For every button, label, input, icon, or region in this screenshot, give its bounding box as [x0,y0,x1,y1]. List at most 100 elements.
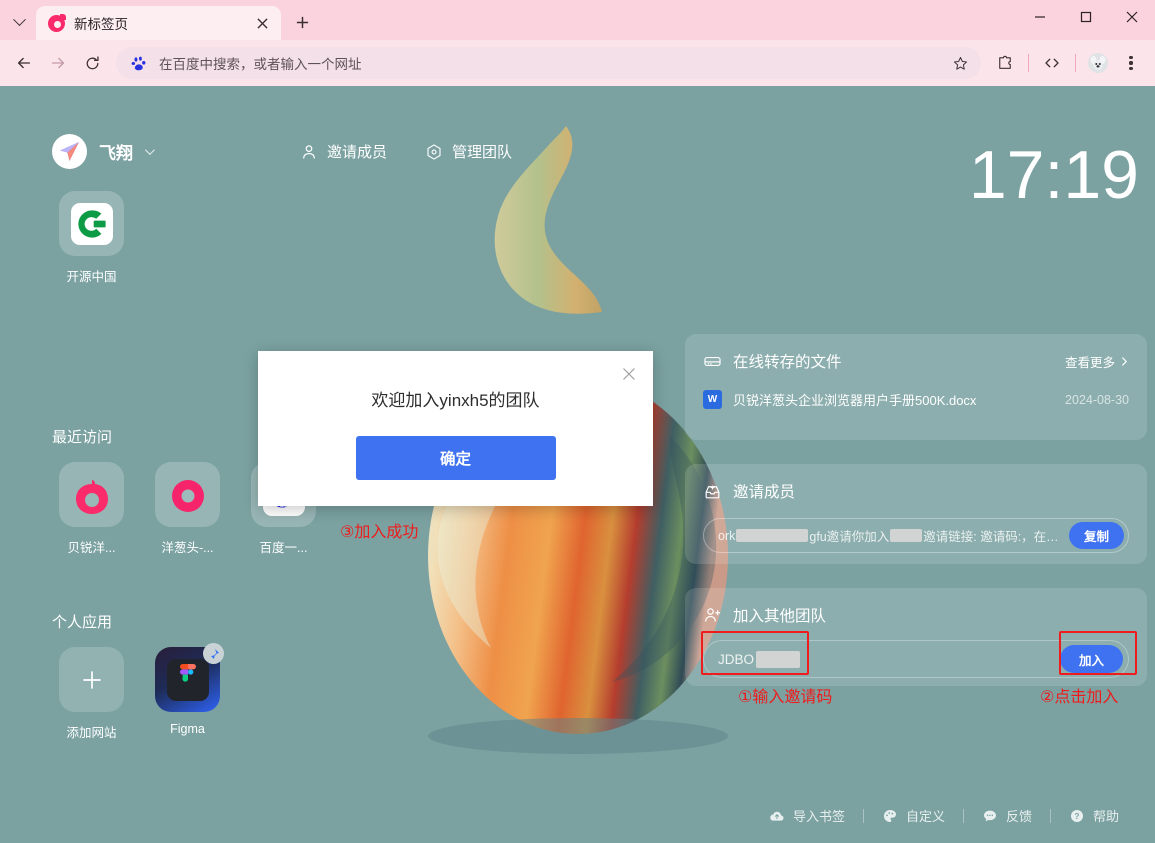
dialog-title: 欢迎加入yinxh5的团队 [258,351,653,411]
paper-plane-icon [52,134,87,169]
bookmark-button[interactable] [945,48,975,78]
oschina-logo-icon [71,203,113,245]
toolbar-divider [1028,54,1029,72]
invite-code-input[interactable]: JDBO [718,651,1060,668]
tile-label: 百度一... [260,537,308,556]
window-controls [1017,0,1155,34]
app-tile-figma[interactable]: Figma [148,647,227,741]
close-icon[interactable] [251,12,273,34]
maximize-button[interactable] [1063,0,1109,34]
plus-icon [80,668,104,692]
footer-label: 反馈 [1006,806,1032,825]
tile-grid: 添加网站 [52,647,227,741]
svg-text:?: ? [1075,812,1080,821]
new-tab-button[interactable] [287,7,317,37]
panel-title: 在线转存的文件 [703,350,842,372]
toolbar-divider [1075,54,1076,72]
baidu-paw-icon [130,54,148,72]
browser-window: 新标签页 [0,0,1155,843]
invite-link-field[interactable]: ork gfu邀请你加入 邀请链接: 邀请码:，在… 复制 [703,518,1129,553]
devtools-button[interactable] [1036,47,1068,79]
chevron-right-icon [1120,357,1129,366]
code-brackets-icon [1043,54,1061,72]
arrow-left-icon [15,54,33,72]
minimize-button[interactable] [1017,0,1063,34]
file-name: 贝锐洋葱头企业浏览器用户手册500K.docx [733,390,1054,409]
import-bookmarks-button[interactable]: 导入书签 [751,806,863,825]
extensions-puzzle-icon [996,54,1014,72]
address-bar-text: 在百度中搜索，或者输入一个网址 [159,53,934,73]
personal-group: 个人应用 添加网站 [52,611,227,741]
recent-tile-beirui[interactable]: 贝锐洋... [52,462,131,556]
panel-title: 加入其他团队 [703,604,1129,626]
panel-title-label: 邀请成员 [733,480,795,502]
chat-bubble-icon [982,808,998,824]
person-outline-icon [300,143,318,161]
browser-tab[interactable]: 新标签页 [36,6,281,40]
invite-members-panel: 邀请成员 ork gfu邀请你加入 邀请链接: 邀请码:，在… 复制 [685,464,1147,564]
panel-title-label: 在线转存的文件 [733,350,842,372]
tile-icon [155,647,220,712]
onion-logo-icon [168,475,208,515]
panel-header: 在线转存的文件 查看更多 [703,350,1129,372]
close-window-button[interactable] [1109,0,1155,34]
tile-grid: 开源中国 [52,191,131,285]
help-button[interactable]: ? 帮助 [1051,806,1137,825]
join-button[interactable]: 加入 [1060,645,1123,673]
cloud-drive-icon [703,352,722,371]
tab-strip: 新标签页 [0,0,1155,40]
panel-title: 邀请成员 [703,480,1129,502]
add-website-tile[interactable]: 添加网站 [52,647,131,741]
file-date: 2024-08-30 [1065,393,1129,407]
confirm-button[interactable]: 确定 [356,436,556,480]
tile-label: 添加网站 [66,722,116,741]
onion-logo-icon [48,15,65,32]
clock: 17:19 [969,141,1139,209]
browser-menu-button[interactable] [1115,47,1147,79]
word-doc-icon: W [703,390,722,409]
join-code-row: JDBO 加入 [703,640,1129,678]
footer-bar: 导入书签 自定义 反馈 ? 帮助 [751,806,1137,825]
forward-button[interactable] [42,47,74,79]
address-bar[interactable]: 在百度中搜索，或者输入一个网址 [116,47,981,79]
footer-label: 导入书签 [793,806,845,825]
hexagon-gear-icon [425,143,443,161]
maximize-icon [1080,11,1092,23]
invite-text-mid: gfu邀请你加入 [809,526,889,545]
copy-invite-button[interactable]: 复制 [1069,522,1124,549]
arrow-right-icon [49,54,67,72]
plus-icon [295,15,310,30]
invite-members-action[interactable]: 邀请成员 [300,141,387,162]
online-files-panel: 在线转存的文件 查看更多 W 贝锐洋葱头企业浏览器用户手册500K.docx 2… [685,334,1147,440]
invite-text-suffix: 邀请链接: 邀请码:，在… [923,526,1058,545]
file-row[interactable]: W 贝锐洋葱头企业浏览器用户手册500K.docx 2024-08-30 [703,390,1129,409]
tile-icon [59,647,124,712]
chevron-down-icon [145,145,155,155]
manage-team-action[interactable]: 管理团队 [425,141,512,162]
tile-label: Figma [170,722,205,736]
three-dots-vertical-icon [1129,56,1132,71]
tile-label: 开源中国 [66,266,116,285]
tile-icon [59,462,124,527]
profile-avatar-icon[interactable] [1083,48,1113,78]
extensions-button[interactable] [989,47,1021,79]
recent-tile-yangcongtou[interactable]: 洋葱头-... [148,462,227,556]
reload-button[interactable] [76,47,108,79]
back-button[interactable] [8,47,40,79]
invite-link-text: ork gfu邀请你加入 邀请链接: 邀请码:，在… [718,526,1061,545]
footer-label: 帮助 [1093,806,1119,825]
feedback-button[interactable]: 反馈 [964,806,1050,825]
team-name: 飞翔 [99,139,133,164]
app-tile-oschina[interactable]: 开源中国 [52,191,131,285]
tab-search-button[interactable] [2,7,36,37]
customize-button[interactable]: 自定义 [864,806,963,825]
figma-logo-icon [167,659,209,701]
minimize-icon [1034,11,1046,23]
invite-code-value: JDBO [718,652,754,667]
close-icon[interactable] [619,364,639,384]
onion-logo-icon [72,475,112,515]
team-switcher[interactable]: 飞翔 [52,134,152,169]
footer-label: 自定义 [906,806,945,825]
inbox-plus-icon [703,482,722,501]
view-more-files-link[interactable]: 查看更多 [1065,352,1129,371]
